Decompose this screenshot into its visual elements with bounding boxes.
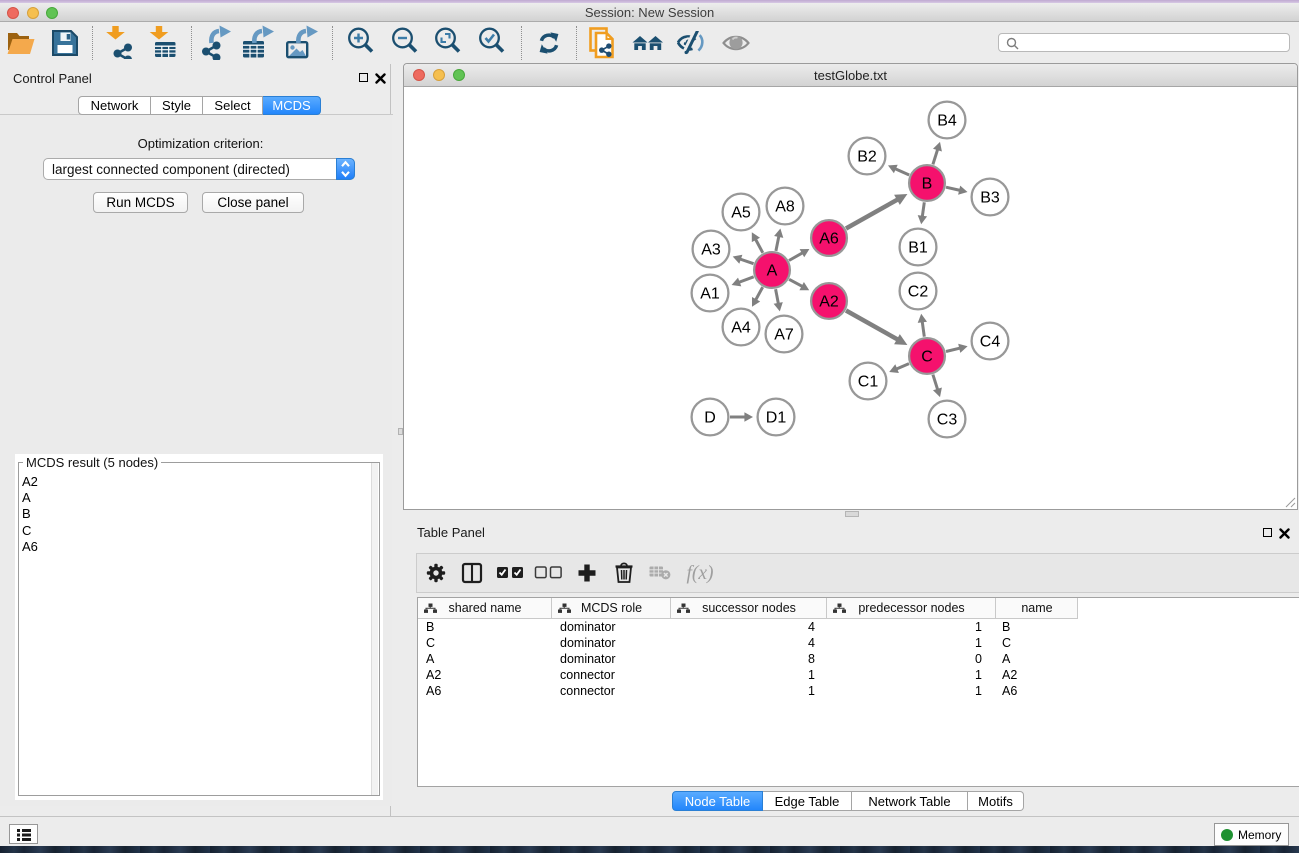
svg-text:B3: B3 (980, 190, 1000, 207)
svg-text:A3: A3 (701, 242, 721, 259)
svg-text:C1: C1 (858, 374, 879, 391)
svg-text:C4: C4 (980, 334, 1001, 351)
svg-text:A6: A6 (819, 231, 839, 248)
svg-text:D1: D1 (766, 410, 787, 427)
svg-text:C3: C3 (937, 412, 958, 429)
svg-text:A: A (767, 263, 778, 280)
svg-text:B2: B2 (857, 149, 877, 166)
svg-text:A7: A7 (774, 327, 794, 344)
svg-text:C2: C2 (908, 284, 929, 301)
svg-text:B1: B1 (908, 240, 928, 257)
svg-text:B: B (922, 176, 933, 193)
svg-text:f(x): f(x) (686, 563, 713, 584)
svg-text:A1: A1 (700, 286, 720, 303)
svg-text:A4: A4 (731, 320, 751, 337)
svg-text:B4: B4 (937, 113, 957, 130)
svg-text:A5: A5 (731, 205, 751, 222)
svg-text:D: D (704, 410, 716, 427)
svg-text:A8: A8 (775, 199, 795, 216)
svg-text:A2: A2 (819, 294, 839, 311)
svg-text:C: C (921, 349, 933, 366)
